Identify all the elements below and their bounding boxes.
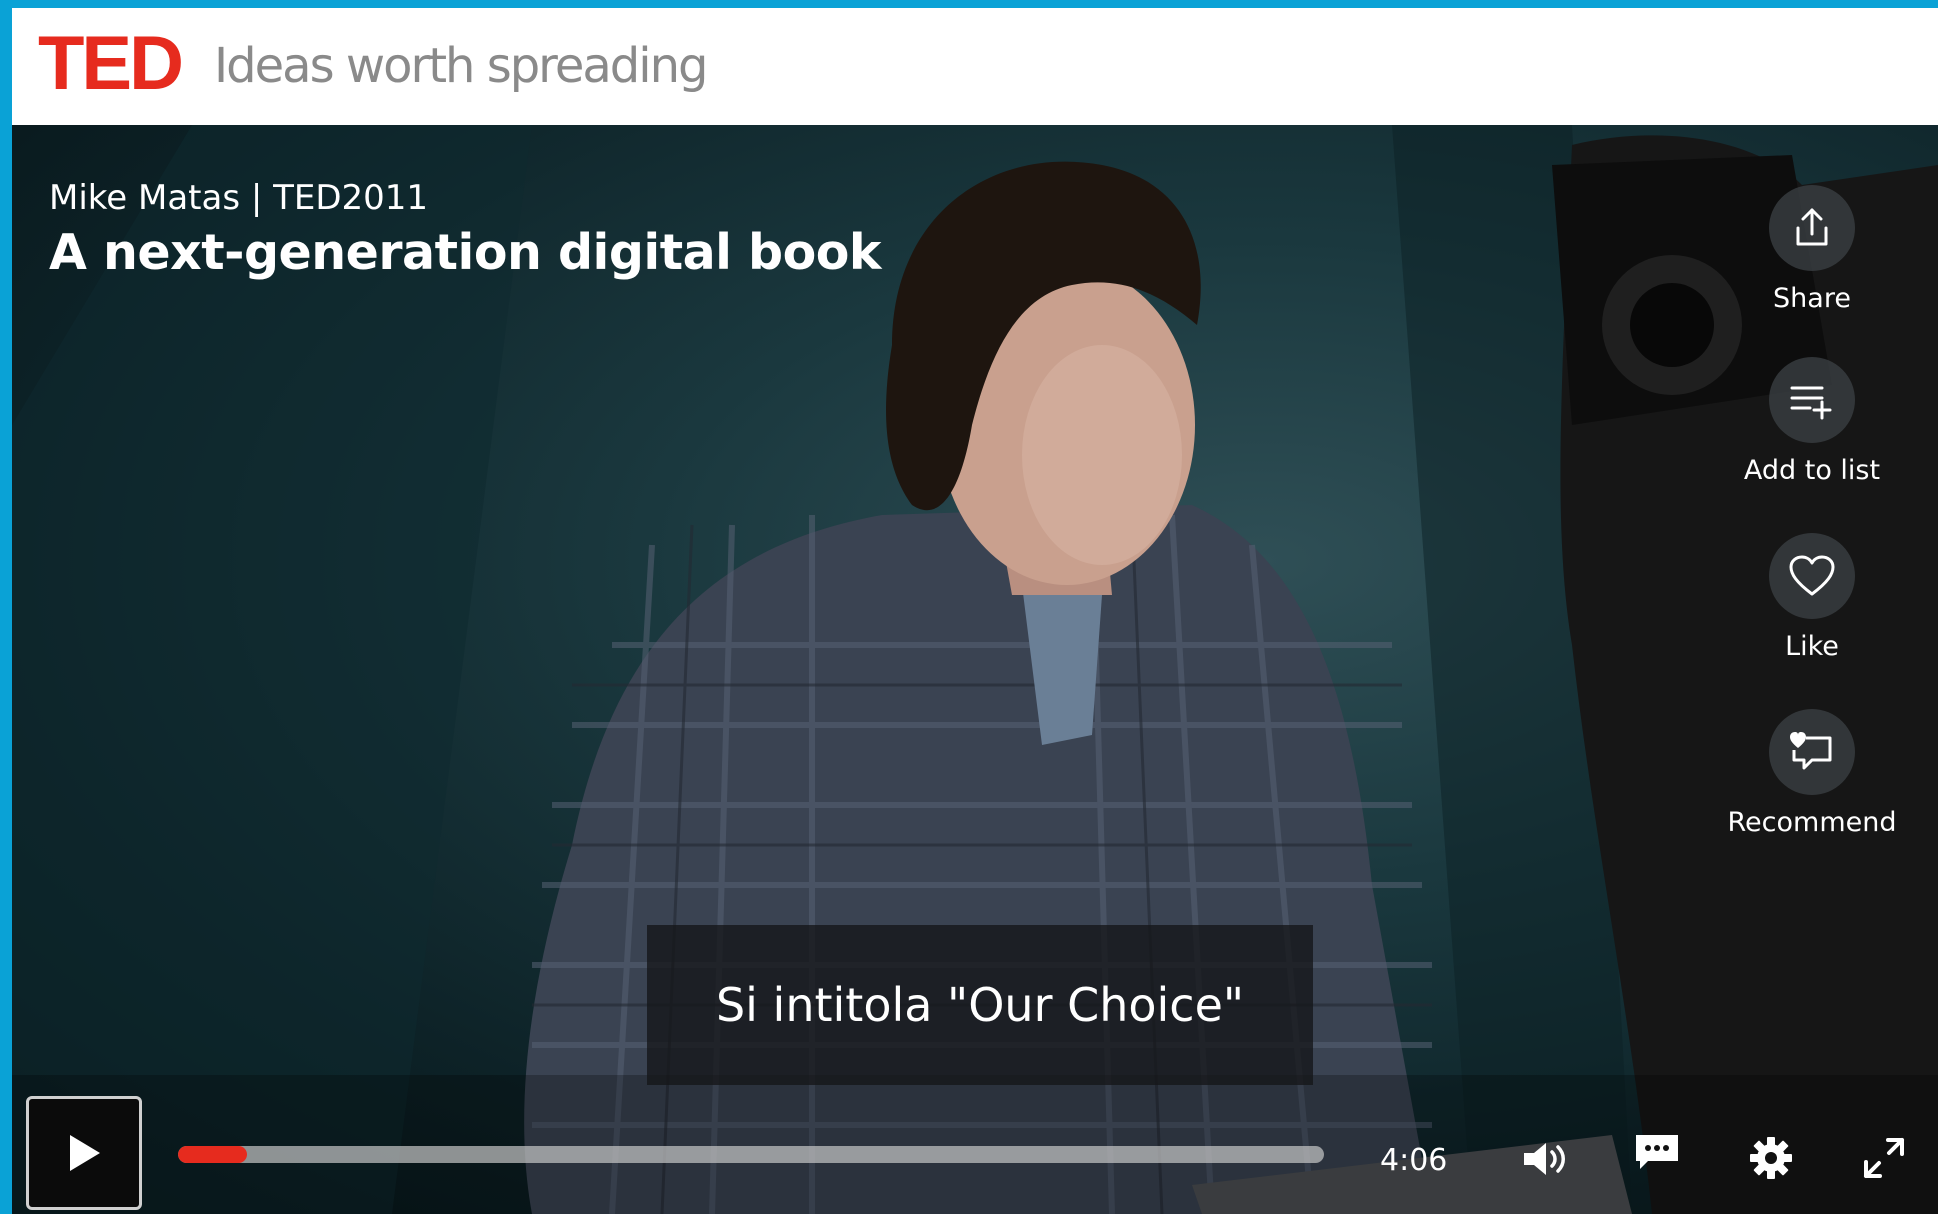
add-to-list-button[interactable] (1769, 357, 1855, 443)
captions-icon (1636, 1135, 1678, 1169)
speaker-and-event[interactable]: Mike Matas | TED2011 (49, 181, 428, 215)
recommend-icon (1790, 732, 1832, 770)
settings-icon (1750, 1137, 1792, 1179)
time-remaining: 4:06 (1380, 1143, 1448, 1178)
ted-logo[interactable]: TED (38, 26, 184, 102)
play-icon (70, 1135, 100, 1171)
like-button[interactable] (1769, 533, 1855, 619)
subtitle-caption: Si intitola "Our Choice" (647, 925, 1313, 1085)
recommend-action[interactable]: Recommend (1702, 709, 1922, 836)
site-header: TED Ideas worth spreading (12, 8, 1938, 125)
volume-icon (1524, 1143, 1565, 1175)
add-to-list-label: Add to list (1743, 455, 1881, 486)
settings-button[interactable] (1741, 1128, 1801, 1188)
like-label: Like (1785, 631, 1839, 662)
share-button[interactable] (1769, 185, 1855, 271)
recommend-button[interactable] (1769, 709, 1855, 795)
share-icon (1796, 208, 1828, 246)
volume-button[interactable] (1516, 1129, 1576, 1189)
site-tagline: Ideas worth spreading (214, 38, 708, 94)
recommend-label: Recommend (1727, 807, 1897, 838)
talk-title: A next-generation digital book (49, 224, 882, 281)
fullscreen-icon (1864, 1138, 1904, 1178)
share-action[interactable]: Share (1702, 185, 1922, 312)
video-area[interactable]: Mike Matas | TED2011 A next-generation d… (12, 125, 1938, 1214)
add-to-list-icon (1790, 386, 1832, 420)
video-player-window: TED Ideas worth spreading Mike Matas | T… (12, 8, 1938, 1214)
progress-bar[interactable] (178, 1146, 1324, 1163)
captions-button[interactable] (1627, 1123, 1687, 1183)
add-to-list-action[interactable]: Add to list (1702, 357, 1922, 484)
heart-icon (1789, 555, 1835, 596)
progress-played (178, 1146, 247, 1163)
like-action[interactable]: Like (1702, 533, 1922, 660)
play-button[interactable] (26, 1096, 142, 1210)
share-label: Share (1773, 283, 1851, 314)
fullscreen-button[interactable] (1854, 1128, 1914, 1188)
